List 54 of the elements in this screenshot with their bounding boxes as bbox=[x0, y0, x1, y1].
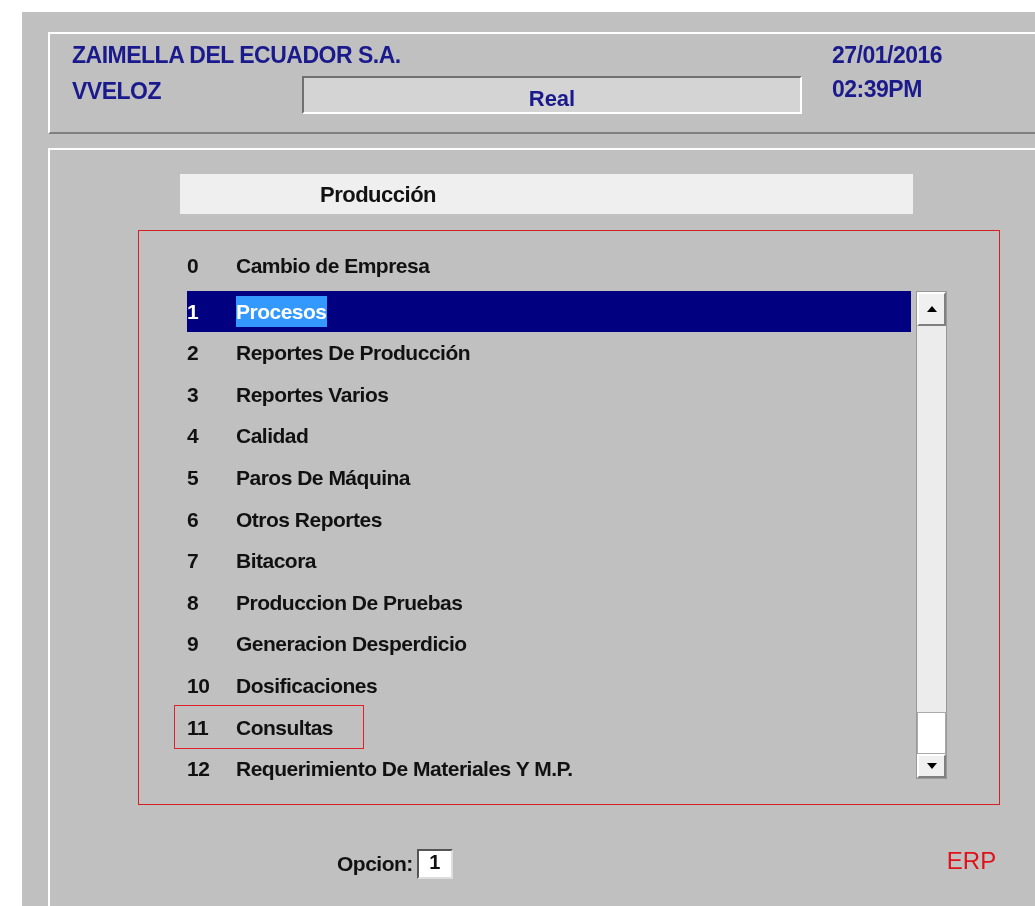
menu-item[interactable]: 10 Dosificaciones bbox=[187, 664, 911, 707]
environment-field: Real bbox=[302, 76, 802, 114]
item-number: 1 bbox=[187, 298, 200, 325]
menu-item[interactable]: 8 Produccion De Pruebas bbox=[187, 581, 911, 624]
scroll-up-button[interactable] bbox=[917, 291, 946, 326]
menu-item[interactable]: 6 Otros Reportes bbox=[187, 498, 911, 541]
item-label: Consultas bbox=[236, 714, 333, 741]
option-field[interactable]: 1 bbox=[416, 849, 453, 879]
item-number: 10 bbox=[187, 673, 211, 699]
item-number: 5 bbox=[187, 465, 200, 491]
item-label: Reportes Varios bbox=[236, 381, 389, 408]
item-label: Calidad bbox=[236, 423, 309, 450]
up-arrow-icon bbox=[926, 305, 937, 312]
item-label: Reportes De Producción bbox=[236, 340, 471, 367]
item-number: 9 bbox=[187, 631, 200, 658]
user-name: VVELOZ bbox=[72, 77, 162, 106]
item-label: Cambio de Empresa bbox=[236, 253, 430, 280]
scroll-down-button[interactable] bbox=[917, 753, 946, 778]
item-number: 12 bbox=[187, 756, 211, 783]
item-number: 11 bbox=[187, 714, 210, 741]
item-label: Otros Reportes bbox=[236, 506, 382, 533]
menu-title: Producción bbox=[180, 174, 913, 214]
item-label: Bitacora bbox=[236, 548, 317, 575]
item-number: 7 bbox=[187, 548, 200, 575]
app-label: ERP bbox=[946, 846, 997, 876]
scrollbar[interactable] bbox=[916, 290, 947, 779]
menu-item[interactable]: 2 Reportes De Producción bbox=[187, 332, 911, 374]
menu-item[interactable]: 1 Procesos bbox=[187, 290, 911, 333]
menu-item[interactable]: 5 Paros De Máquina bbox=[187, 456, 911, 499]
down-arrow-icon bbox=[926, 762, 937, 769]
item-label: Requerimiento De Materiales Y M.P. bbox=[236, 756, 573, 783]
item-number: 3 bbox=[187, 381, 200, 408]
item-label: Procesos bbox=[236, 295, 327, 328]
menu-item[interactable]: 7 Bitacora bbox=[187, 540, 911, 582]
time: 02:39PM bbox=[832, 75, 923, 104]
date: 27/01/2016 bbox=[832, 41, 943, 70]
scroll-thumb[interactable] bbox=[917, 711, 946, 754]
item-number: 8 bbox=[187, 589, 200, 616]
menu-item[interactable]: 3 Reportes Varios bbox=[187, 373, 911, 416]
menu-item[interactable]: 12 Requerimiento De Materiales Y M.P. bbox=[187, 748, 911, 790]
item-number: 0 bbox=[187, 253, 200, 280]
item-label: Paros De Máquina bbox=[236, 465, 411, 491]
item-number: 6 bbox=[187, 506, 200, 533]
item-label: Dosificaciones bbox=[236, 673, 378, 699]
menu-item[interactable]: 11 Consultas bbox=[174, 706, 911, 749]
item-number: 2 bbox=[187, 340, 200, 367]
item-number: 4 bbox=[187, 423, 200, 450]
menu-item[interactable]: 9 Generacion Desperdicio bbox=[187, 623, 911, 665]
menu-item[interactable]: 4 Calidad bbox=[187, 415, 911, 457]
menu-item[interactable]: 0 Cambio de Empresa bbox=[187, 245, 911, 287]
item-label: Produccion De Pruebas bbox=[236, 589, 463, 616]
company-name: ZAIMELLA DEL ECUADOR S.A. bbox=[72, 41, 402, 70]
item-label: Generacion Desperdicio bbox=[236, 631, 467, 658]
option-label: Opcion: bbox=[337, 850, 413, 877]
